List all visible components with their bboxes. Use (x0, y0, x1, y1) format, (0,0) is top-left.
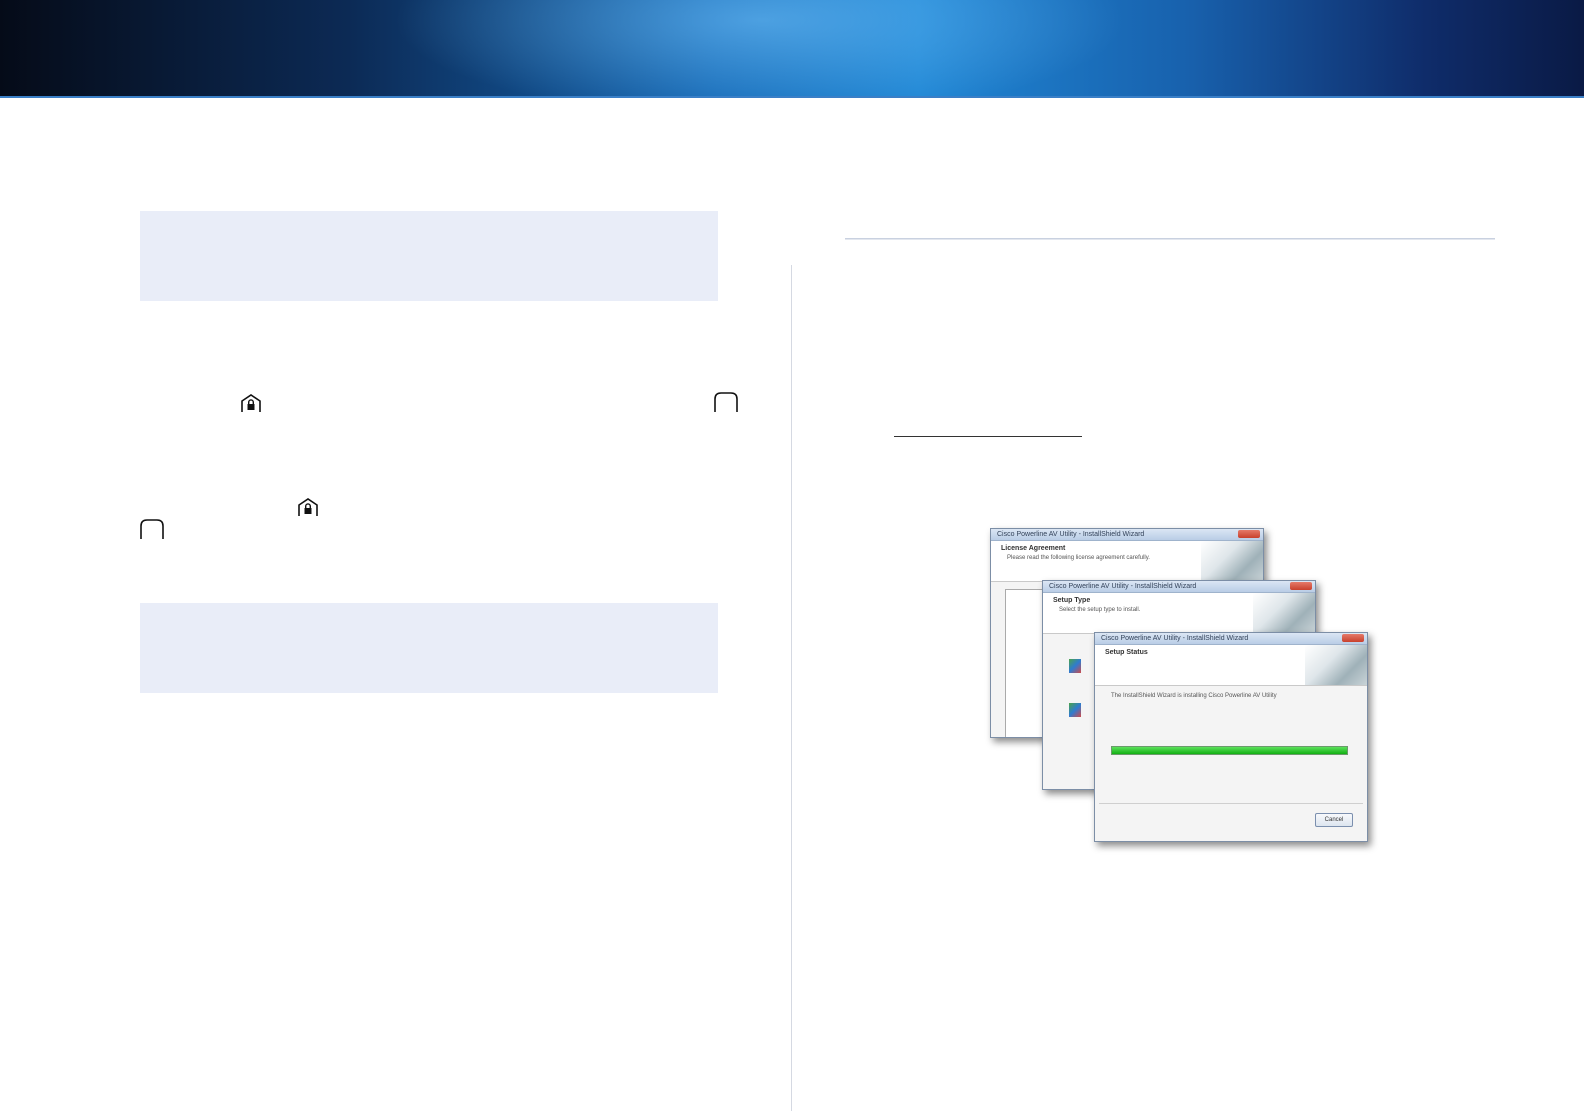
secure-button-icon (298, 498, 318, 516)
wizard-header: License Agreement Please read the follow… (991, 541, 1263, 582)
wizard-banner-art (1253, 593, 1315, 633)
install-status-text: The InstallShield Wizard is installing C… (1111, 693, 1277, 699)
powerline-led-icon (714, 392, 738, 412)
link-underline[interactable] (894, 436, 1082, 437)
footer-divider (1099, 803, 1363, 804)
title-bar: Cisco Powerline AV Utility - InstallShie… (1095, 633, 1367, 645)
custom-setup-icon (1069, 703, 1081, 717)
wizard-banner-art (1305, 645, 1367, 685)
title-bar: Cisco Powerline AV Utility - InstallShie… (991, 529, 1263, 541)
wizard-subheading: Please read the following license agreem… (1007, 555, 1150, 561)
wizard-heading: Setup Status (1105, 649, 1148, 656)
title-bar: Cisco Powerline AV Utility - InstallShie… (1043, 581, 1315, 593)
header-banner (0, 0, 1584, 98)
complete-setup-icon (1069, 659, 1081, 673)
close-button[interactable] (1342, 634, 1364, 642)
wizard-subheading: Select the setup type to install. (1059, 607, 1141, 613)
window-title: Cisco Powerline AV Utility - InstallShie… (1049, 583, 1197, 590)
powerline-led-icon (140, 519, 164, 539)
wizard-heading: Setup Type (1053, 597, 1091, 604)
window-title: Cisco Powerline AV Utility - InstallShie… (997, 531, 1145, 538)
column-divider (791, 265, 792, 1111)
note-box (140, 603, 718, 693)
install-progress-bar (1111, 746, 1348, 755)
setup-status-window: Cisco Powerline AV Utility - InstallShie… (1094, 632, 1368, 842)
wizard-heading: License Agreement (1001, 545, 1066, 552)
secure-button-icon (241, 394, 261, 412)
close-button[interactable] (1290, 582, 1312, 590)
window-title: Cisco Powerline AV Utility - InstallShie… (1101, 635, 1249, 642)
wizard-header: Setup Type Select the setup type to inst… (1043, 593, 1315, 634)
cancel-button[interactable]: Cancel (1315, 813, 1353, 827)
section-rule (845, 238, 1495, 240)
note-box (140, 211, 718, 301)
close-button[interactable] (1238, 530, 1260, 538)
wizard-banner-art (1201, 541, 1263, 581)
wizard-header: Setup Status (1095, 645, 1367, 686)
